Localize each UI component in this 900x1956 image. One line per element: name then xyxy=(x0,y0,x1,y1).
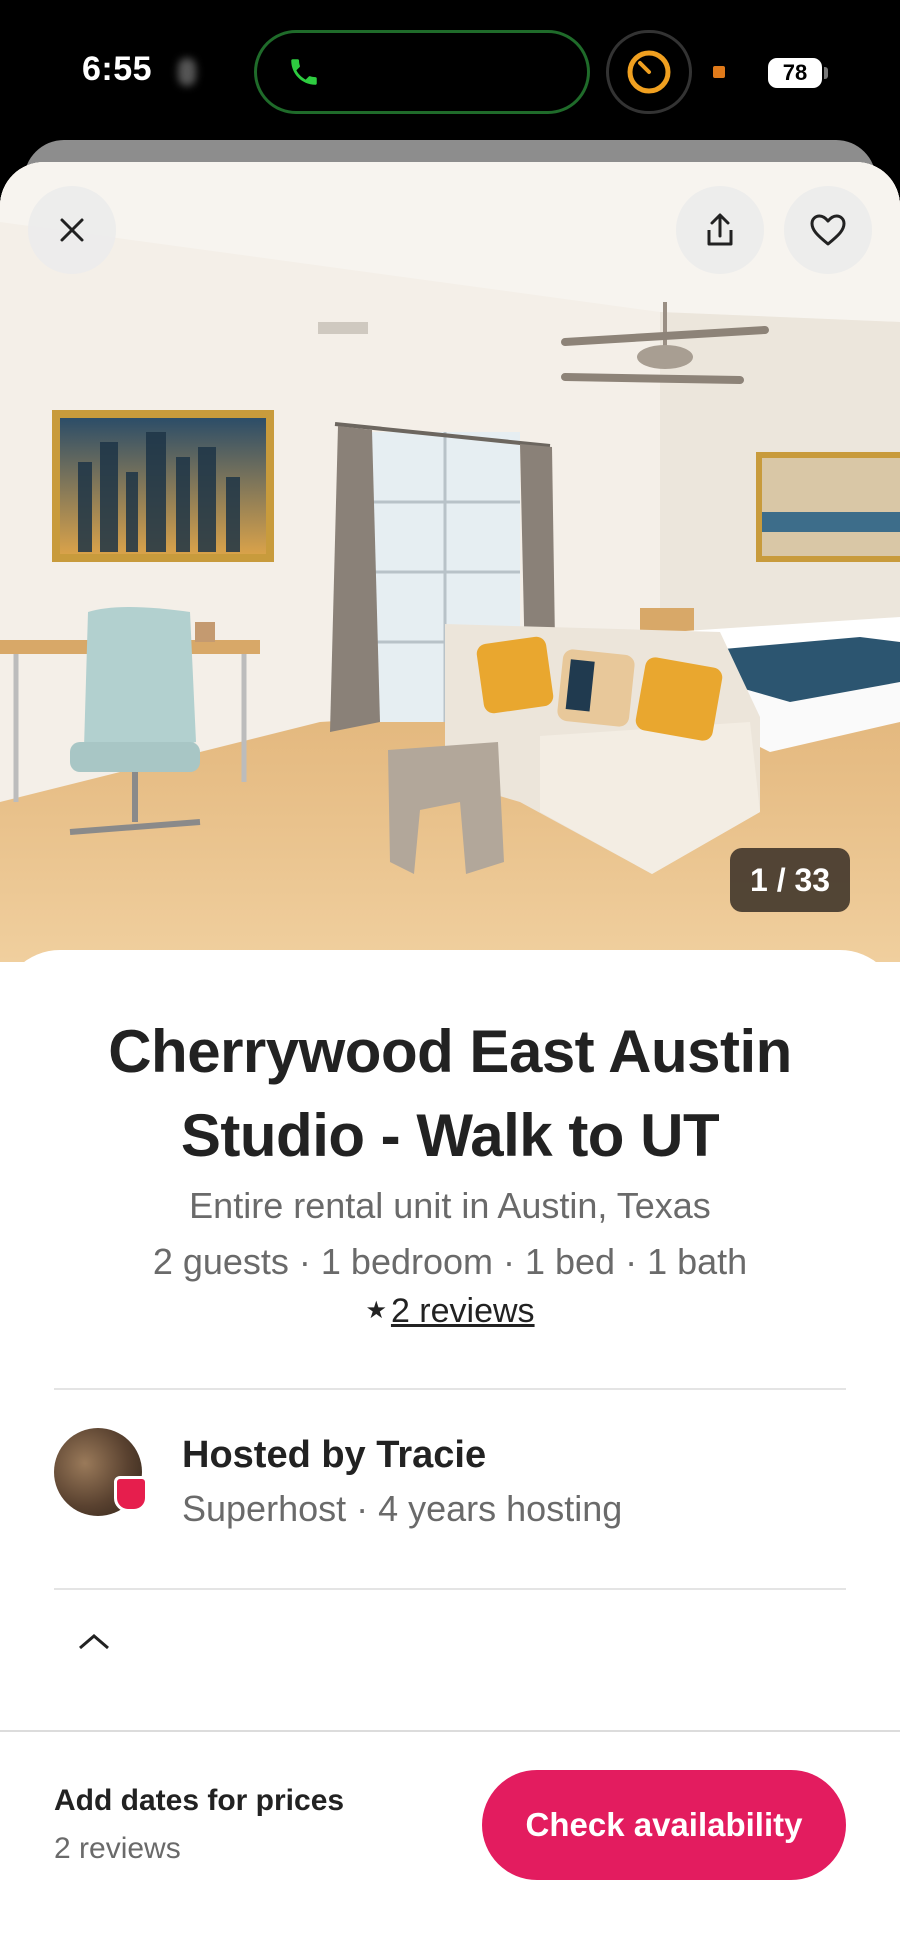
divider xyxy=(54,1588,846,1590)
share-button[interactable] xyxy=(676,186,764,274)
listing-photo[interactable]: 1 / 33 xyxy=(0,162,900,962)
house-icon xyxy=(79,1634,109,1650)
booking-bar-reviews: 2 reviews xyxy=(54,1832,181,1865)
booking-bar: Add dates for prices 2 reviews Check ava… xyxy=(0,1730,900,1956)
listing-title: Cherrywood East Austin Studio - Walk to … xyxy=(108,1018,792,1169)
status-time: 6:55 xyxy=(82,50,153,88)
divider xyxy=(54,1388,846,1390)
listing-subtitle: Entire rental unit in Austin, Texas 2 gu… xyxy=(0,1178,900,1290)
status-indicator xyxy=(178,58,196,86)
reviews-summary[interactable]: ★ 2 reviews xyxy=(0,1292,900,1331)
listing-sheet: 1 / 33 Cherrywood East Austin Studio - W… xyxy=(0,162,900,1956)
share-icon xyxy=(707,213,733,246)
star-icon: ★ xyxy=(365,1297,387,1324)
superhost-badge-icon xyxy=(114,1476,148,1512)
battery-tip xyxy=(824,67,828,79)
price-label[interactable]: Add dates for prices xyxy=(54,1784,344,1818)
host-meta: Superhost · 4 years hosting xyxy=(182,1488,623,1529)
phone-icon xyxy=(291,59,317,85)
room-illustration xyxy=(0,162,900,962)
timer-pill[interactable] xyxy=(606,30,692,114)
listing-capacity: 2 guests · 1 bedroom · 1 bed · 1 bath xyxy=(152,1241,748,1282)
close-button[interactable] xyxy=(28,186,116,274)
recording-indicator xyxy=(713,66,725,78)
status-bar: 6:55 78 xyxy=(0,0,900,140)
host-name[interactable]: Hosted by Tracie xyxy=(182,1434,486,1477)
listing-location: Entire rental unit in Austin, Texas xyxy=(189,1185,711,1226)
timer-icon xyxy=(627,50,671,94)
host-avatar[interactable] xyxy=(54,1428,148,1516)
next-section-peek xyxy=(74,1622,634,1662)
active-call-pill[interactable] xyxy=(254,30,590,114)
save-favorite-button[interactable] xyxy=(784,186,872,274)
photo-counter: 1 / 33 xyxy=(730,848,851,912)
battery-level: 78 xyxy=(768,58,822,88)
heart-icon xyxy=(810,214,846,246)
check-availability-button[interactable]: Check availability xyxy=(482,1770,846,1880)
close-icon xyxy=(60,218,84,242)
reviews-link[interactable]: 2 reviews xyxy=(391,1292,535,1330)
